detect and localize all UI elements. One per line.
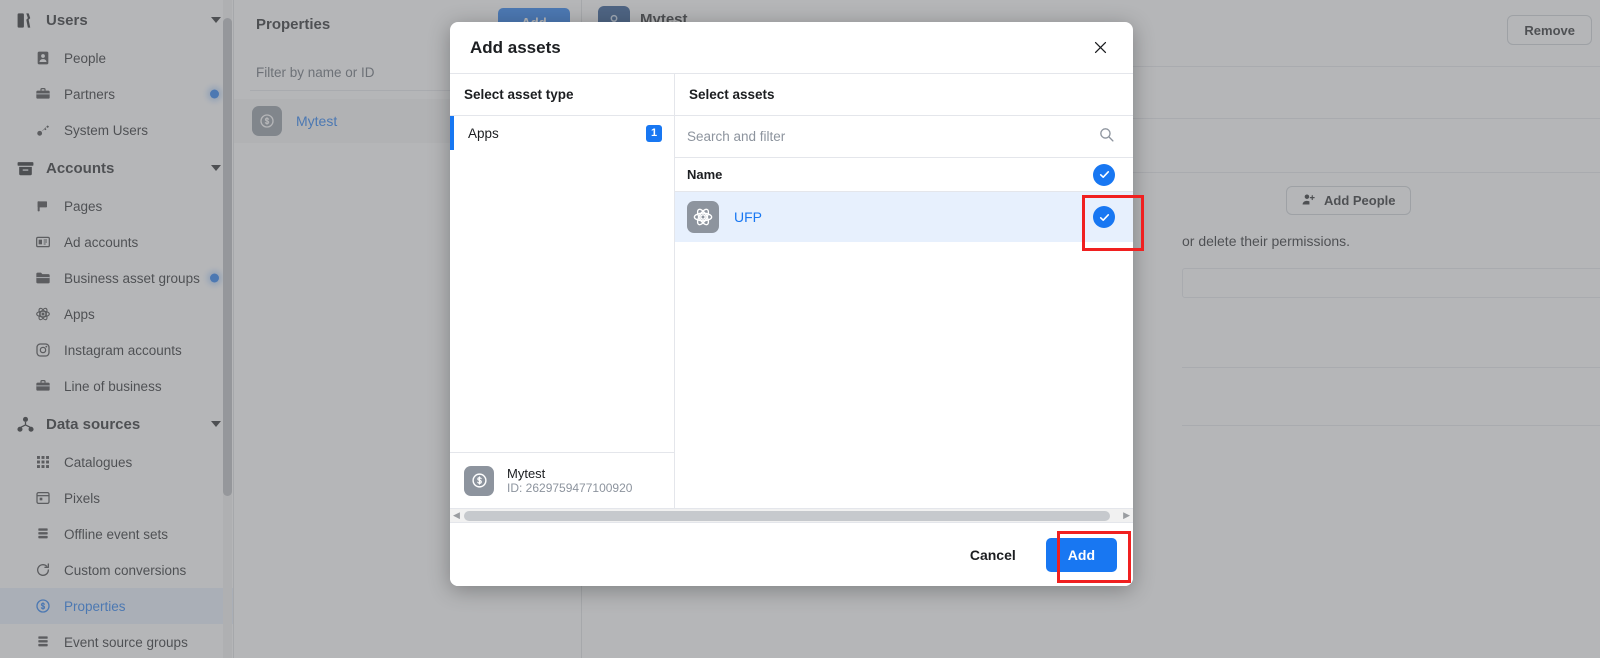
- assets-header: Select assets: [675, 74, 1133, 116]
- close-icon[interactable]: [1085, 33, 1115, 63]
- dialog-footer: Cancel Add: [450, 522, 1133, 586]
- assets-list: UFP: [675, 192, 1133, 508]
- column-header-name: Name: [687, 167, 723, 182]
- scrollbar-thumb[interactable]: [464, 510, 1110, 521]
- dialog-body: Select asset type Apps 1 Mytest ID: 2629…: [450, 74, 1133, 508]
- horizontal-scrollbar[interactable]: ◀ ▶: [450, 508, 1133, 522]
- search-row[interactable]: [675, 116, 1133, 158]
- assets-column-header: Name: [675, 158, 1133, 192]
- search-icon[interactable]: [1098, 126, 1115, 148]
- asset-row-checkbox[interactable]: [1093, 206, 1115, 228]
- cancel-button[interactable]: Cancel: [951, 538, 1034, 571]
- select-all-checkbox[interactable]: [1093, 163, 1115, 186]
- asset-type-header: Select asset type: [450, 74, 674, 116]
- dialog-header: Add assets: [450, 22, 1133, 74]
- asset-type-label: Apps: [468, 125, 499, 141]
- scroll-left-arrow-icon[interactable]: ◀: [453, 510, 460, 521]
- selected-business-footer: Mytest ID: 2629759477100920: [450, 452, 674, 508]
- atom-app-icon: [687, 201, 719, 233]
- dialog-title: Add assets: [470, 37, 561, 57]
- search-input[interactable]: [687, 129, 1098, 144]
- add-assets-dialog: Add assets Select asset type Apps 1 Myte…: [450, 22, 1133, 586]
- dollar-badge-icon: [464, 465, 494, 496]
- footer-business-name: Mytest: [507, 466, 546, 481]
- asset-type-count-badge: 1: [646, 124, 662, 142]
- asset-row-ufp[interactable]: UFP: [675, 192, 1133, 242]
- app-root: UsersPeoplePartnersSystem UsersAccountsP…: [0, 0, 1600, 658]
- asset-type-pane: Select asset type Apps 1 Mytest ID: 2629…: [450, 74, 675, 508]
- scroll-right-arrow-icon[interactable]: ▶: [1123, 510, 1130, 521]
- assets-pane: Select assets Name: [675, 74, 1133, 508]
- footer-business-id: ID: 2629759477100920: [507, 481, 633, 495]
- asset-name: UFP: [734, 209, 762, 225]
- asset-type-apps[interactable]: Apps 1: [450, 116, 674, 150]
- add-button[interactable]: Add: [1045, 537, 1117, 572]
